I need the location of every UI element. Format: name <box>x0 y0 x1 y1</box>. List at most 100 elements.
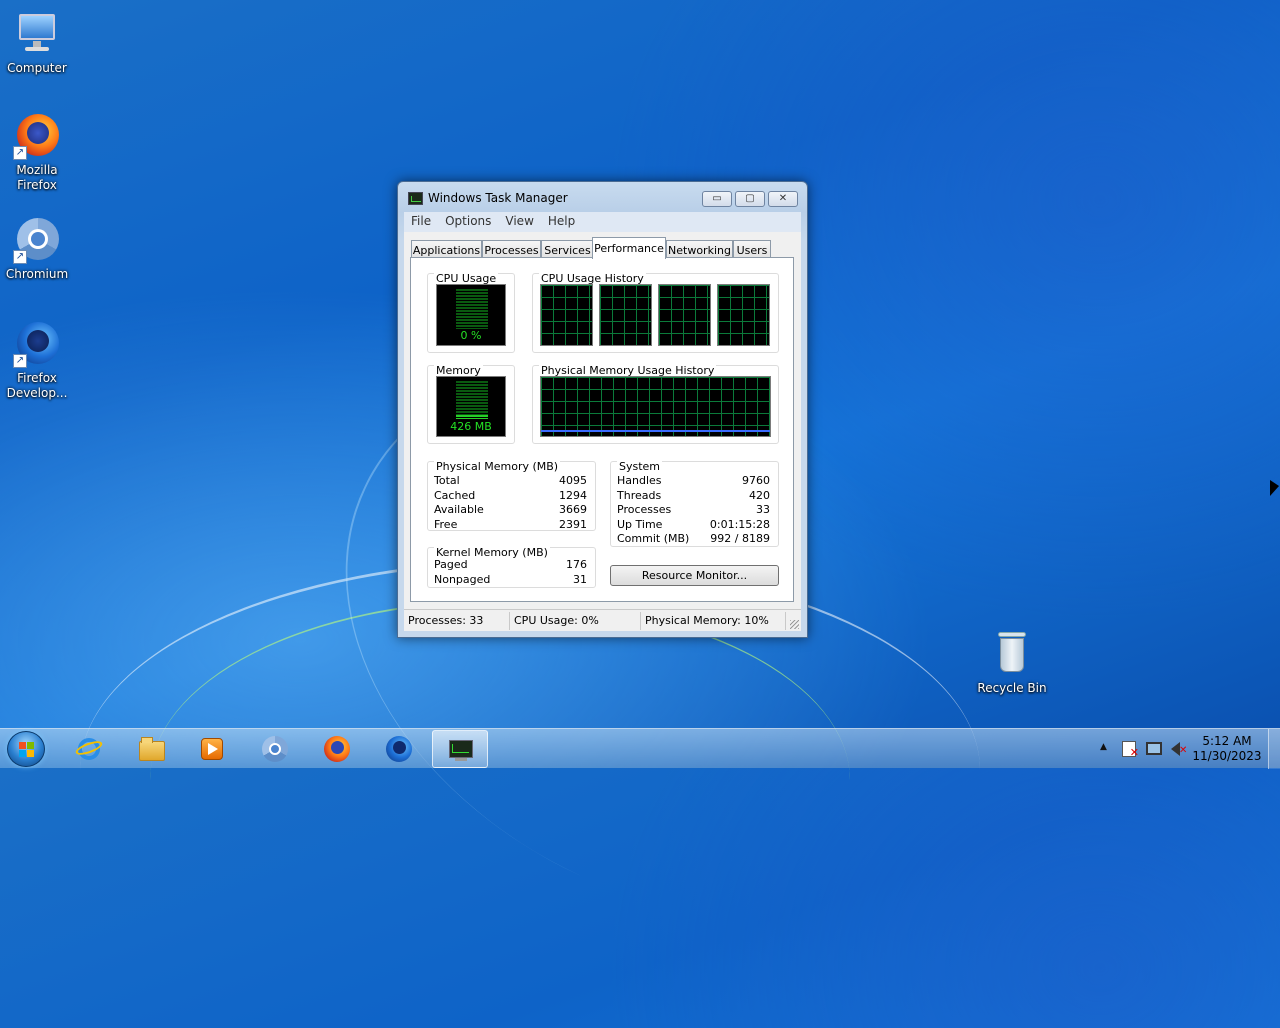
tab-processes[interactable]: Processes <box>482 240 541 258</box>
desktop-icon-firefox-developer[interactable]: ↗ Firefox Develop... <box>0 320 74 401</box>
stat-processes: Processes 33 <box>617 503 770 516</box>
action-center-icon[interactable]: ✕ <box>1122 741 1139 759</box>
memory-history-line <box>541 430 770 432</box>
physical-memory-title: Physical Memory (MB) <box>434 460 561 473</box>
kernel-memory-group: Kernel Memory (MB) Paged 176 Nonpaged 31 <box>427 546 596 588</box>
memory-meter-fill <box>456 415 488 419</box>
memory-value: 426 MB <box>450 420 492 433</box>
taskbar-firefox-developer[interactable] <box>371 730 427 768</box>
desktop-icon-label: Chromium <box>5 267 69 281</box>
cpu-usage-value: 0 % <box>460 329 482 342</box>
mouse-cursor <box>1270 480 1279 496</box>
memory-group: Memory 426 MB <box>427 364 515 444</box>
taskbar-task-manager[interactable] <box>432 730 488 768</box>
taskbar-internet-explorer[interactable] <box>61 730 117 768</box>
file-explorer-icon <box>137 735 165 763</box>
cpu-history-graph-core-2 <box>599 284 652 346</box>
tab-services[interactable]: Services <box>541 240 594 258</box>
window-title: Windows Task Manager <box>428 191 568 205</box>
taskbar-file-explorer[interactable] <box>123 730 179 768</box>
stat-threads: Threads 420 <box>617 489 770 502</box>
system-group: System Handles 9760 Threads 420 Processes 3… <box>610 460 779 547</box>
menu-help[interactable]: Help <box>541 212 582 228</box>
firefox-icon <box>323 735 351 763</box>
menu-file[interactable]: File <box>404 212 438 228</box>
task-manager-icon <box>447 736 475 764</box>
task-manager-icon <box>408 192 423 205</box>
taskbar-chromium[interactable] <box>247 730 303 768</box>
window-client: Applications Processes Services Performa… <box>404 232 801 631</box>
stat-up-time: Up Time 0:01:15:28 <box>617 518 770 531</box>
desktop-icon-chromium[interactable]: ↗ Chromium <box>0 216 74 282</box>
stat-nonpaged: Nonpaged 31 <box>434 573 587 586</box>
close-button[interactable]: ✕ <box>768 191 798 207</box>
memory-history-group: Physical Memory Usage History <box>532 364 779 444</box>
menu-options[interactable]: Options <box>438 212 498 228</box>
menu-bar: File Options View Help <box>404 212 801 232</box>
show-hidden-icons-button[interactable]: ▲ <box>1100 742 1107 752</box>
stat-paged: Paged 176 <box>434 558 587 571</box>
desktop-icon-label: Computer <box>7 61 67 75</box>
stat-handles: Handles 9760 <box>617 474 770 487</box>
tab-performance[interactable]: Performance <box>592 237 666 259</box>
cpu-usage-meter: 0 % <box>436 284 506 346</box>
firefox-icon: ↗ <box>13 112 61 160</box>
taskbar: ▲ ✕ ✕ 5:12 AM 11/30/2023 <box>0 728 1280 769</box>
tab-users[interactable]: Users <box>733 240 771 258</box>
memory-meter-track <box>456 381 488 419</box>
desktop-icon-label: Mozilla Firefox <box>16 163 58 192</box>
status-cpu-usage: CPU Usage: 0% <box>510 612 641 630</box>
performance-panel: CPU Usage 0 % CPU Usage History Memory 4… <box>410 257 794 602</box>
stat-cached: Cached 1294 <box>434 489 587 502</box>
volume-muted-icon[interactable]: ✕ <box>1171 742 1187 756</box>
desktop-icon-label: Firefox Develop... <box>6 371 68 400</box>
minimize-button[interactable]: ▭ <box>702 191 732 207</box>
cpu-usage-group: CPU Usage 0 % <box>427 272 515 353</box>
desktop-icon-mozilla-firefox[interactable]: ↗ Mozilla Firefox <box>0 112 74 193</box>
taskbar-media-player[interactable] <box>184 730 240 768</box>
internet-explorer-icon <box>74 735 104 763</box>
start-button[interactable] <box>7 731 45 767</box>
cpu-history-group: CPU Usage History <box>532 272 779 353</box>
stat-total: Total 4095 <box>434 474 587 487</box>
maximize-button[interactable]: ▢ <box>735 191 765 207</box>
system-title: System <box>617 460 663 473</box>
memory-meter: 426 MB <box>436 376 506 437</box>
memory-history-graph <box>540 376 771 437</box>
chromium-icon <box>261 735 289 763</box>
resize-grip-icon[interactable] <box>790 620 799 629</box>
menu-view[interactable]: View <box>498 212 540 228</box>
cpu-history-graph-core-1 <box>540 284 593 346</box>
clock-date: 11/30/2023 <box>1192 749 1262 763</box>
tab-applications[interactable]: Applications <box>411 240 482 258</box>
cpu-history-graph-core-4 <box>717 284 770 346</box>
tab-networking[interactable]: Networking <box>666 240 733 258</box>
computer-icon <box>13 10 61 58</box>
firefox-developer-icon: ↗ <box>13 320 61 368</box>
physical-memory-group: Physical Memory (MB) Total 4095 Cached 129… <box>427 460 596 531</box>
recycle-bin-icon <box>988 630 1036 678</box>
resource-monitor-button[interactable]: Resource Monitor... <box>610 565 779 586</box>
desktop-icon-label: Recycle Bin <box>977 681 1047 695</box>
taskbar-firefox[interactable] <box>309 730 365 768</box>
cpu-history-graph-core-3 <box>658 284 711 346</box>
wallpaper-swoosh <box>150 600 850 960</box>
status-processes: Processes: 33 <box>404 612 510 630</box>
network-icon[interactable] <box>1146 742 1162 755</box>
status-bar: Processes: 33 CPU Usage: 0% Physical Mem… <box>404 609 801 631</box>
show-desktop-button[interactable] <box>1268 729 1280 769</box>
cpu-meter-track <box>456 289 488 329</box>
notification-area: ▲ ✕ ✕ <box>1096 729 1196 769</box>
desktop: { "desktop": { "icons": [ {"label": "Com… <box>0 0 1280 1028</box>
windows-logo-icon <box>19 742 35 758</box>
chromium-icon: ↗ <box>13 216 61 264</box>
stat-free: Free 2391 <box>434 518 587 531</box>
stat-available: Available 3669 <box>434 503 587 516</box>
status-physical-memory: Physical Memory: 10% <box>641 612 786 630</box>
shortcut-arrow-icon: ↗ <box>13 146 27 160</box>
system-clock[interactable]: 5:12 AM 11/30/2023 <box>1192 734 1262 764</box>
desktop-icon-computer[interactable]: Computer <box>0 10 74 76</box>
task-manager-window[interactable]: Windows Task Manager ▭ ▢ ✕ File Options Vi… <box>397 181 808 638</box>
desktop-icon-recycle-bin[interactable]: Recycle Bin <box>975 630 1049 696</box>
title-bar[interactable]: Windows Task Manager ▭ ▢ ✕ <box>398 182 807 212</box>
